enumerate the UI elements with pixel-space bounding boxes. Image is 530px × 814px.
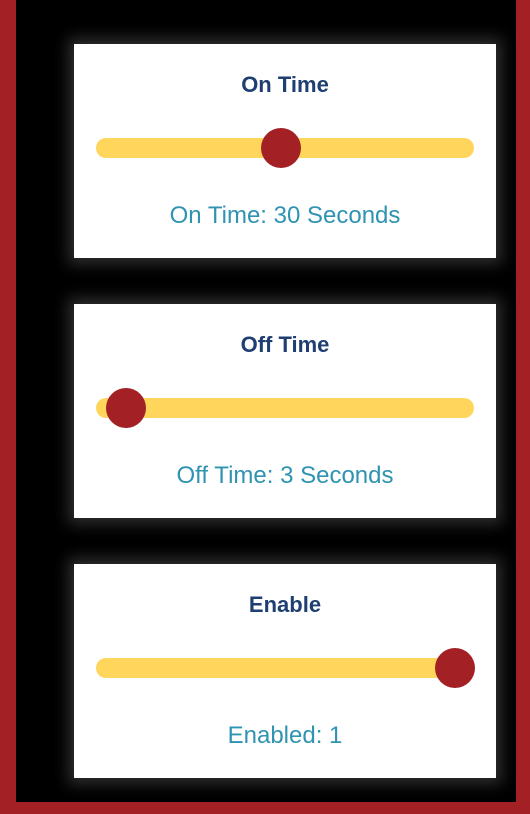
off-time-slider-track[interactable]: [96, 398, 474, 418]
enable-title: Enable: [248, 592, 322, 617]
off-time-title: Off Time: [240, 332, 330, 357]
off-time-slider[interactable]: [96, 388, 474, 428]
enable-status: Enabled: 1: [227, 722, 343, 749]
enable-card: Enable Enabled: 1: [74, 564, 496, 778]
on-time-card: On Time On Time: 30 Seconds: [74, 44, 496, 258]
off-time-status: Off Time: 3 Seconds: [176, 462, 394, 489]
enable-slider-thumb[interactable]: [435, 648, 476, 688]
app-background: On Time On Time: 30 Seconds Off Time Off…: [16, 0, 516, 802]
enable-slider-track[interactable]: [96, 658, 474, 678]
on-time-title: On Time: [241, 72, 329, 97]
enable-slider[interactable]: [96, 648, 476, 688]
outer-frame: On Time On Time: 30 Seconds Off Time Off…: [0, 0, 530, 814]
on-time-slider[interactable]: [96, 128, 474, 168]
off-time-card: Off Time Off Time: 3 Seconds: [74, 304, 496, 518]
on-time-status: On Time: 30 Seconds: [169, 202, 401, 229]
on-time-slider-thumb[interactable]: [261, 128, 302, 168]
off-time-slider-thumb[interactable]: [106, 388, 147, 428]
